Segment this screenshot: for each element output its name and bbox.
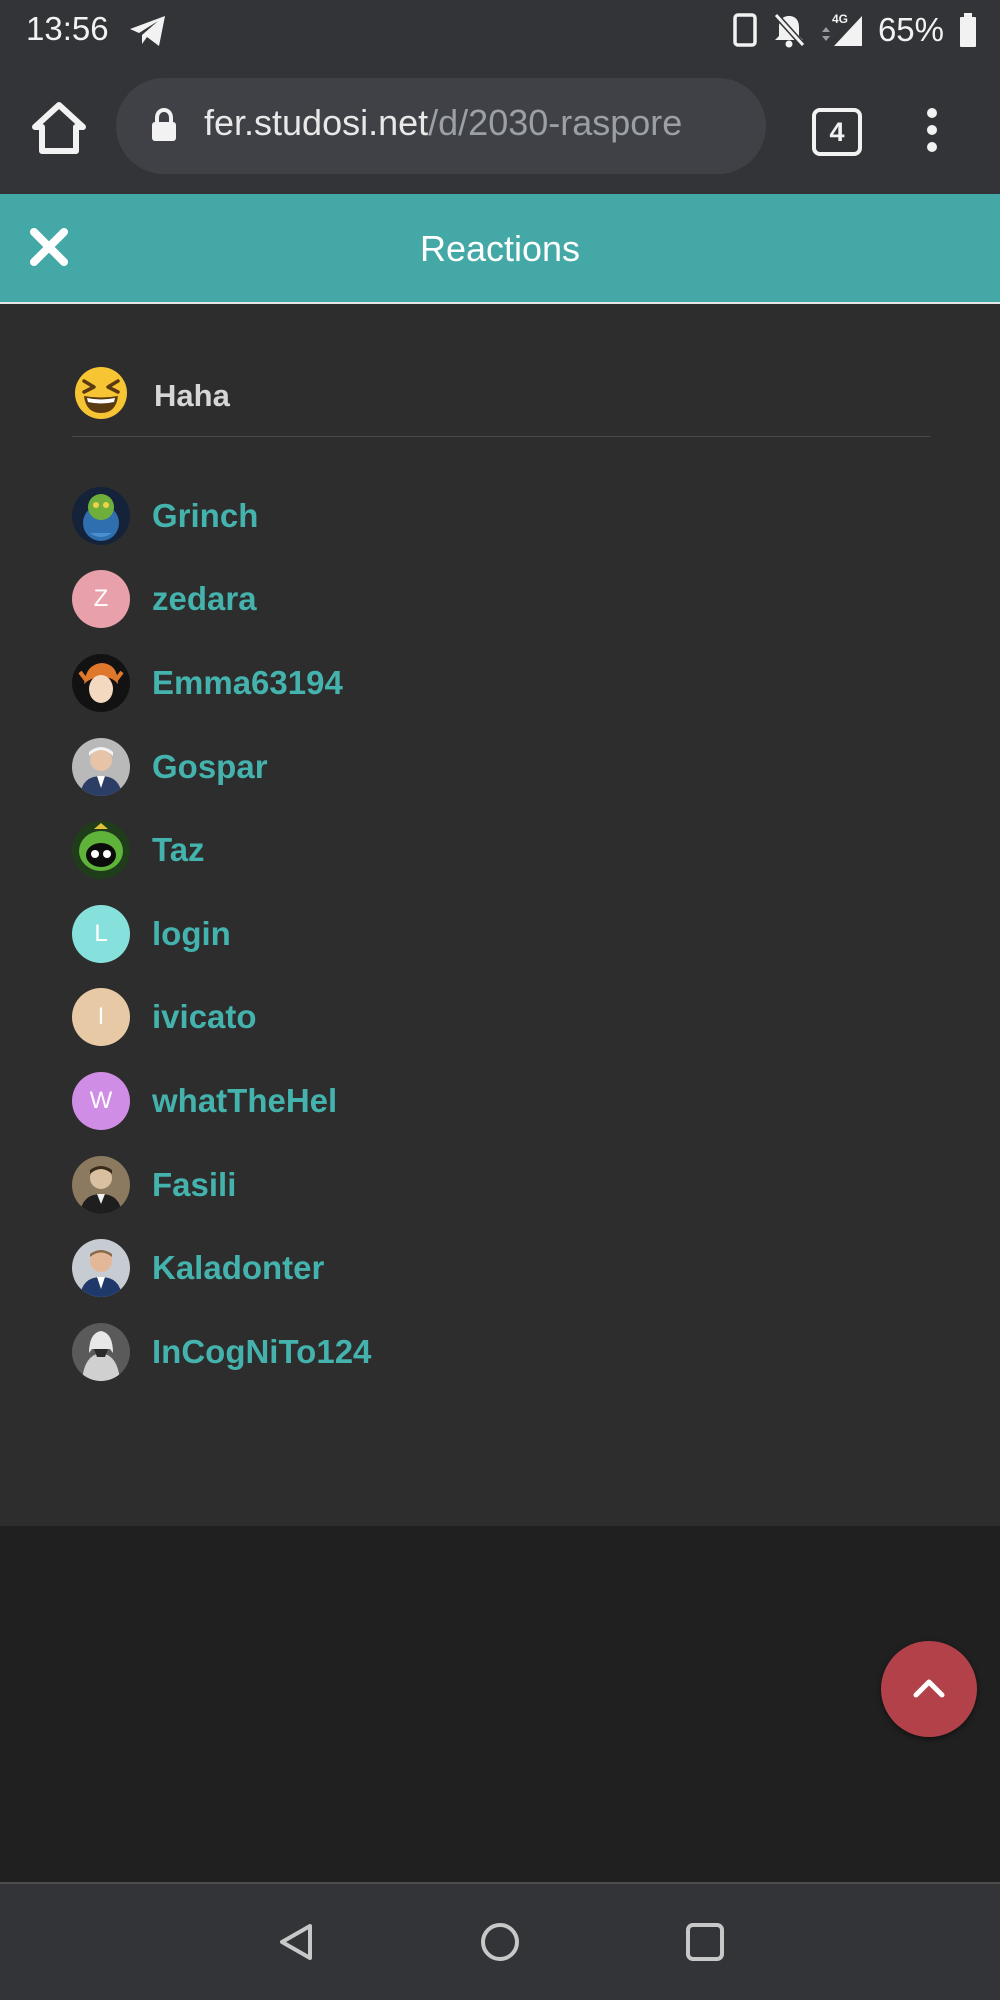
overflow-menu-icon[interactable] [920, 104, 944, 156]
username[interactable]: login [152, 915, 231, 953]
url-domain: fer.studosi.net [204, 102, 429, 143]
avatar [72, 1322, 130, 1381]
browser-toolbar: fer.studosi.net/d/2030-raspore 4 [0, 60, 1000, 194]
avatar [72, 737, 130, 796]
username[interactable]: whatTheHel [152, 1082, 337, 1120]
battery-percent: 65% [877, 11, 944, 48]
scroll-to-top-button[interactable] [881, 1641, 977, 1737]
notifications-off-icon [773, 12, 806, 48]
user-row-grinch[interactable]: Grinch [72, 474, 371, 558]
user-row-fasili[interactable]: Fasili [72, 1143, 371, 1227]
recents-icon[interactable] [683, 1920, 727, 1964]
avatar-letter: Z [93, 585, 109, 613]
lock-icon [152, 108, 176, 141]
avatar [72, 653, 130, 712]
username[interactable]: ivicato [152, 998, 257, 1036]
chevron-up-icon [913, 1679, 945, 1698]
avatar-letter: I [97, 1003, 105, 1031]
status-time: 13:56 [26, 10, 109, 47]
url-path: /d/2030-raspore [428, 102, 683, 143]
home-icon[interactable] [30, 100, 88, 156]
user-row-incognito124[interactable]: InCogNiTo124 [72, 1310, 371, 1394]
username[interactable]: Emma63194 [152, 664, 343, 702]
user-row-login[interactable]: L login [72, 892, 371, 976]
home-nav-icon[interactable] [478, 1920, 522, 1964]
status-icons: 4G 65% [732, 10, 978, 50]
address-bar[interactable]: fer.studosi.net/d/2030-raspore [116, 78, 766, 174]
avatar [72, 1155, 130, 1214]
user-row-emma63194[interactable]: Emma63194 [72, 641, 371, 725]
phone-vibrate-icon [733, 13, 757, 47]
user-row-gospar[interactable]: Gospar [72, 725, 371, 809]
signal-icon: 4G [821, 12, 862, 46]
username[interactable]: Taz [152, 831, 205, 869]
back-icon[interactable] [274, 1920, 318, 1964]
url-text[interactable]: fer.studosi.net/d/2030-raspore [204, 102, 744, 144]
user-row-kaladonter[interactable]: Kaladonter [72, 1226, 371, 1310]
username[interactable]: Gospar [152, 748, 268, 786]
tab-switcher-button[interactable]: 4 [812, 108, 862, 156]
reaction-label: Haha [154, 378, 230, 413]
username[interactable]: Fasili [152, 1166, 236, 1204]
avatar-letter: W [89, 1086, 113, 1114]
user-list: Grinch Z zedara Emma63194 Gospar Taz L l… [72, 474, 371, 1394]
status-bar: 13:56 4G 65% [0, 0, 1000, 60]
battery-icon [960, 13, 976, 47]
username[interactable]: Kaladonter [152, 1249, 324, 1287]
avatar [72, 1239, 130, 1298]
username[interactable]: InCogNiTo124 [152, 1333, 371, 1371]
laughing-emoji-icon [75, 367, 127, 419]
telegram-icon [130, 16, 165, 46]
avatar: I [72, 988, 130, 1047]
username[interactable]: Grinch [152, 497, 258, 535]
user-row-whatthehel[interactable]: W whatTheHel [72, 1059, 371, 1143]
user-row-zedara[interactable]: Z zedara [72, 558, 371, 642]
avatar: W [72, 1071, 130, 1130]
avatar: L [72, 904, 130, 963]
avatar [72, 486, 130, 545]
reactions-panel: Haha Grinch Z zedara Emma63194 Gospar Ta… [0, 304, 1000, 1526]
system-navigation-bar [0, 1882, 1000, 2000]
avatar: Z [72, 570, 130, 629]
user-row-taz[interactable]: Taz [72, 808, 371, 892]
reaction-header: Haha [72, 364, 930, 437]
avatar-letter: L [94, 919, 108, 947]
user-row-ivicato[interactable]: I ivicato [72, 976, 371, 1060]
avatar [72, 821, 130, 880]
modal-header: Reactions [0, 194, 1000, 304]
modal-title: Reactions [419, 228, 581, 269]
username[interactable]: zedara [152, 580, 257, 618]
network-label: 4G [832, 12, 848, 26]
